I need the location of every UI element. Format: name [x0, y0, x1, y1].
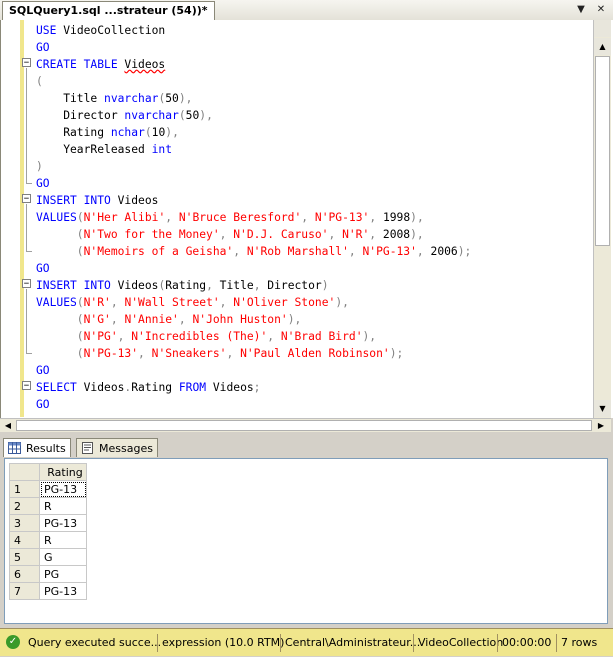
- code-line: (N'Two for the Money', N'D.J. Caruso', N…: [36, 228, 424, 241]
- table-row: 2R: [9, 497, 87, 515]
- status-rows: 7 rows: [556, 634, 597, 652]
- code-line: (N'PG', N'Incredibles (The)', N'Brad Bir…: [36, 330, 377, 343]
- outline-end: [26, 251, 32, 252]
- code-line: (N'Memoirs of a Geisha', N'Rob Marshall'…: [36, 245, 472, 258]
- code-line: GO: [36, 41, 50, 54]
- collapse-insert-1-icon[interactable]: −: [22, 194, 31, 204]
- code-line: GO: [36, 398, 50, 411]
- rating-cell[interactable]: PG-13: [39, 582, 87, 600]
- status-elapsed: 00:00:00: [497, 634, 551, 652]
- change-tracking-margin: [20, 20, 24, 417]
- row-number[interactable]: 5: [9, 548, 40, 566]
- code-line: (: [36, 75, 43, 88]
- table-row: 4R: [9, 531, 87, 549]
- table-row: 7 PG-13: [9, 582, 87, 600]
- scroll-left-icon[interactable]: ◀: [1, 419, 15, 432]
- rating-cell[interactable]: G: [39, 548, 87, 566]
- code-line: ): [36, 160, 43, 173]
- code-line: GO: [36, 364, 50, 377]
- tab-results-label: Results: [26, 442, 66, 455]
- status-message: Query executed succe...: [28, 636, 162, 649]
- editor-vertical-scrollbar[interactable]: ▲ ▼: [593, 20, 611, 418]
- scroll-thumb[interactable]: [595, 56, 610, 246]
- close-document-icon[interactable]: ✕: [594, 3, 608, 17]
- collapse-insert-2-icon[interactable]: −: [22, 279, 31, 289]
- code-line: USE VideoCollection: [36, 24, 166, 37]
- outline-line: [26, 289, 27, 353]
- row-number[interactable]: 1: [9, 480, 40, 498]
- row-number[interactable]: 4: [9, 531, 40, 549]
- code-line: GO: [36, 262, 50, 275]
- rating-cell[interactable]: PG: [39, 565, 87, 583]
- rating-cell[interactable]: PG-13: [39, 480, 87, 498]
- scroll-right-icon[interactable]: ▶: [594, 419, 608, 432]
- header-row: Rating: [9, 463, 87, 481]
- rating-cell[interactable]: R: [39, 497, 87, 515]
- code-line: (N'G', N'Annie', N'John Huston'),: [36, 313, 302, 326]
- table-row: 1 PG-13: [9, 480, 87, 498]
- code-line: YearReleased int: [36, 143, 173, 156]
- corner-cell[interactable]: [9, 463, 40, 481]
- table-row: 5G: [9, 548, 87, 566]
- sql-code: USE VideoCollection GO CREATE TABLE Videos…: [36, 22, 471, 413]
- rating-cell[interactable]: R: [39, 531, 87, 549]
- code-line: GO: [36, 177, 50, 190]
- collapse-create-table-icon[interactable]: −: [22, 58, 31, 68]
- document-tab[interactable]: SQLQuery1.sql ...strateur (54))*: [2, 1, 215, 21]
- code-line: VALUES(N'R', N'Wall Street', N'Oliver St…: [36, 296, 349, 309]
- code-line: VALUES(N'Her Alibi', N'Bruce Beresford',…: [36, 211, 424, 224]
- row-number[interactable]: 7: [9, 582, 40, 600]
- code-line: INSERT INTO Videos: [36, 194, 159, 207]
- grid-icon: [8, 442, 21, 454]
- code-line: Rating nchar(10),: [36, 126, 179, 139]
- code-line: INSERT INTO Videos(Rating, Title, Direct…: [36, 279, 329, 292]
- outline-line: [26, 68, 27, 183]
- scroll-down-icon[interactable]: ▼: [594, 400, 611, 417]
- column-header-rating[interactable]: Rating: [39, 463, 87, 481]
- messages-icon: [82, 442, 93, 454]
- row-number[interactable]: 2: [9, 497, 40, 515]
- status-server: expression (10.0 RTM): [157, 634, 284, 652]
- outline-end: [26, 353, 32, 354]
- pane-splitter[interactable]: [0, 432, 613, 435]
- collapse-select-icon[interactable]: −: [22, 381, 31, 391]
- tab-messages[interactable]: Messages: [76, 438, 158, 457]
- outline-line: [26, 204, 27, 251]
- code-line: (N'PG-13', N'Sneakers', N'Paul Alden Rob…: [36, 347, 404, 360]
- document-tab-title: SQLQuery1.sql ...strateur (54))*: [9, 4, 208, 17]
- rating-cell[interactable]: PG-13: [39, 514, 87, 532]
- outline-end: [26, 183, 32, 184]
- code-line: CREATE TABLE Videos: [36, 58, 166, 71]
- scroll-thumb[interactable]: [16, 420, 592, 431]
- row-number[interactable]: 6: [9, 565, 40, 583]
- results-grid: Rating 1 PG-13 2R 3 PG-13 4R 5G 6 PG 7 PG-13: [9, 463, 87, 600]
- window-list-dropdown-icon[interactable]: ▼: [574, 3, 588, 17]
- success-check-icon: ✓: [6, 635, 20, 649]
- row-number[interactable]: 3: [9, 514, 40, 532]
- scroll-up-icon[interactable]: ▲: [594, 38, 611, 55]
- results-grid-pane[interactable]: Rating 1 PG-13 2R 3 PG-13 4R 5G 6 PG 7 PG-13: [4, 458, 608, 624]
- tab-results[interactable]: Results: [3, 438, 71, 457]
- table-row: 3 PG-13: [9, 514, 87, 532]
- status-database: VideoCollection: [413, 634, 503, 652]
- split-handle[interactable]: [594, 20, 611, 37]
- code-line: Title nvarchar(50),: [36, 92, 193, 105]
- status-user: Central\Administrateur...: [280, 634, 420, 652]
- status-bar: ✓ Query executed succe... expression (10…: [0, 628, 613, 656]
- code-line: SELECT Videos.Rating FROM Videos;: [36, 381, 261, 394]
- code-line: Director nvarchar(50),: [36, 109, 213, 122]
- editor-horizontal-scrollbar[interactable]: ◀ ▶: [0, 418, 611, 432]
- query-editor[interactable]: − − − − USE VideoCollection GO CREATE TABL…: [0, 20, 613, 418]
- table-row: 6 PG: [9, 565, 87, 583]
- tab-messages-label: Messages: [99, 442, 153, 455]
- document-tab-strip: SQLQuery1.sql ...strateur (54))* ▼ ✕: [0, 0, 613, 21]
